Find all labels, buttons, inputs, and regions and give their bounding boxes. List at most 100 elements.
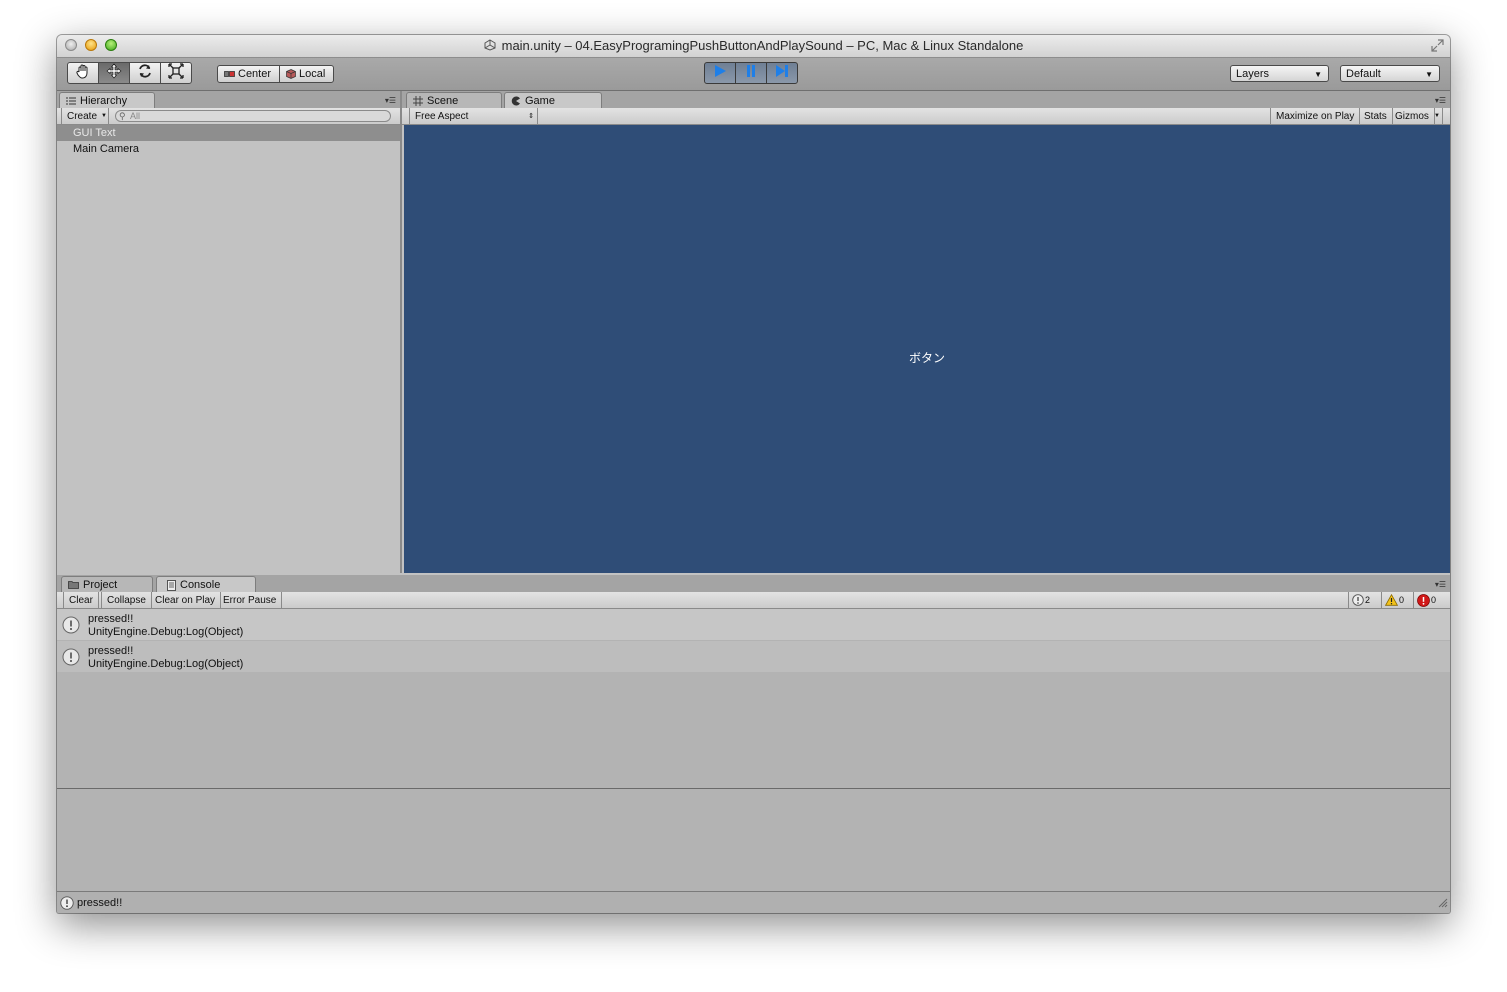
hand-tool-button[interactable] bbox=[67, 62, 99, 84]
resize-grip-icon[interactable] bbox=[1437, 897, 1448, 911]
title-bar: main.unity – 04.EasyProgramingPushButton… bbox=[57, 35, 1450, 58]
pivot-local-button[interactable]: Local bbox=[279, 65, 335, 83]
console-icon bbox=[167, 579, 176, 591]
fullscreen-icon[interactable] bbox=[1431, 39, 1444, 52]
window-title: main.unity – 04.EasyProgramingPushButton… bbox=[57, 38, 1450, 53]
tab-project-label: Project bbox=[83, 578, 118, 591]
window-title-text: main.unity – 04.EasyProgramingPushButton… bbox=[501, 38, 1024, 53]
main-toolbar: Center Local Layers ▼ Default ▼ bbox=[57, 58, 1450, 91]
panel-menu-icon[interactable]: ▾☰ bbox=[1435, 96, 1446, 105]
pivot-toggles: Center Local bbox=[217, 65, 335, 83]
info-icon bbox=[62, 648, 80, 669]
tab-console-label: Console bbox=[180, 579, 221, 591]
warning-count: 0 bbox=[1399, 595, 1405, 605]
rotate-icon bbox=[137, 63, 153, 84]
console-entry-message: pressed!! bbox=[88, 645, 134, 657]
error-pause-label: Error Pause bbox=[223, 594, 277, 606]
info-count-toggle[interactable]: 2 bbox=[1348, 592, 1373, 608]
pivot-center-button[interactable]: Center bbox=[217, 65, 281, 83]
layers-dropdown[interactable]: Layers ▼ bbox=[1230, 65, 1329, 82]
game-panel: Scene Game ▾☰ Free Aspect ⇕ Maximize on … bbox=[402, 91, 1450, 573]
pacman-icon bbox=[511, 96, 521, 106]
move-arrows-icon bbox=[106, 63, 122, 84]
panel-menu-icon[interactable]: ▾☰ bbox=[385, 96, 396, 105]
playmode-controls bbox=[704, 62, 798, 84]
pause-button[interactable] bbox=[735, 62, 767, 84]
step-button[interactable] bbox=[766, 62, 798, 84]
tab-scene[interactable]: Scene bbox=[406, 92, 502, 108]
create-label: Create bbox=[67, 110, 98, 122]
hierarchy-item-label: GUI Text bbox=[73, 127, 116, 139]
console-entry-trace: UnityEngine.Debug:Log(Object) bbox=[88, 626, 244, 638]
status-bar[interactable]: pressed!! bbox=[57, 891, 1450, 913]
local-cube-icon bbox=[286, 69, 296, 79]
tab-game-label: Game bbox=[525, 95, 555, 107]
layout-dropdown[interactable]: Default ▼ bbox=[1340, 65, 1440, 82]
maximize-on-play-toggle[interactable]: Maximize on Play bbox=[1270, 108, 1361, 124]
dropdown-arrow-icon: ▼ bbox=[101, 113, 107, 119]
folder-icon bbox=[68, 580, 79, 589]
console-entry[interactable]: pressed!! UnityEngine.Debug:Log(Object) bbox=[57, 609, 1450, 640]
dropdown-arrow-icon: ▼ bbox=[1314, 70, 1322, 79]
play-icon bbox=[713, 64, 727, 83]
pause-icon bbox=[744, 64, 758, 83]
maximize-label: Maximize on Play bbox=[1276, 110, 1355, 122]
collapse-label: Collapse bbox=[107, 594, 146, 606]
tab-hierarchy[interactable]: Hierarchy bbox=[59, 92, 155, 109]
step-icon bbox=[775, 64, 789, 83]
create-dropdown[interactable]: Create ▼ bbox=[61, 108, 109, 124]
pivot-local-label: Local bbox=[299, 68, 326, 80]
tab-project[interactable]: Project bbox=[61, 576, 153, 592]
clear-button[interactable]: Clear bbox=[63, 592, 99, 608]
error-pause-toggle[interactable]: Error Pause bbox=[218, 592, 283, 608]
unity-editor-window: main.unity – 04.EasyProgramingPushButton… bbox=[57, 35, 1450, 913]
scale-tool-button[interactable] bbox=[160, 62, 192, 84]
stats-toggle[interactable]: Stats bbox=[1359, 108, 1393, 124]
hierarchy-item-gui-text[interactable]: GUI Text bbox=[57, 125, 400, 141]
play-button[interactable] bbox=[704, 62, 736, 84]
error-icon bbox=[1417, 593, 1430, 607]
clear-on-play-toggle[interactable]: Clear on Play bbox=[150, 592, 222, 608]
unity-scene-icon bbox=[484, 39, 496, 51]
dropdown-arrow-icon: ▼ bbox=[1434, 113, 1440, 119]
move-tool-button[interactable] bbox=[98, 62, 130, 84]
transform-tools bbox=[67, 62, 192, 84]
console-detail-pane[interactable] bbox=[57, 788, 1450, 891]
warning-count-toggle[interactable]: 0 bbox=[1381, 592, 1407, 608]
rotate-tool-button[interactable] bbox=[129, 62, 161, 84]
gizmos-dropdown[interactable]: ▼ bbox=[1432, 108, 1443, 124]
clear-label: Clear bbox=[69, 594, 93, 606]
tab-game[interactable]: Game bbox=[504, 92, 602, 109]
console-panel: Project Console ▾☰ Clear Collapse Clear … bbox=[57, 575, 1450, 891]
tab-hierarchy-label: Hierarchy bbox=[80, 95, 128, 107]
game-viewport[interactable]: ボタン bbox=[404, 125, 1450, 573]
hierarchy-tabstrip: Hierarchy ▾☰ bbox=[57, 91, 400, 109]
layers-label: Layers bbox=[1236, 67, 1270, 80]
search-placeholder: All bbox=[130, 111, 141, 121]
error-count-toggle[interactable]: 0 bbox=[1413, 592, 1439, 608]
gizmos-toggle[interactable]: Gizmos bbox=[1390, 108, 1435, 124]
list-icon bbox=[66, 97, 76, 105]
search-icon: ⚲ bbox=[119, 111, 126, 121]
game-button-text[interactable]: ボタン bbox=[404, 349, 1450, 366]
collapse-toggle[interactable]: Collapse bbox=[101, 592, 152, 608]
layout-label: Default bbox=[1346, 67, 1381, 80]
tab-console[interactable]: Console bbox=[156, 576, 256, 593]
dropdown-arrow-icon: ▼ bbox=[1425, 70, 1433, 79]
hierarchy-panel: Hierarchy ▾☰ Create ▼ ⚲ All GUI Text Mai… bbox=[57, 91, 402, 573]
info-count: 2 bbox=[1365, 595, 1371, 605]
hierarchy-item-main-camera[interactable]: Main Camera bbox=[57, 141, 400, 157]
aspect-dropdown[interactable]: Free Aspect ⇕ bbox=[409, 108, 538, 124]
console-entry[interactable]: pressed!! UnityEngine.Debug:Log(Object) bbox=[57, 641, 1450, 672]
warning-icon bbox=[1385, 594, 1398, 606]
console-entry-message: pressed!! bbox=[88, 613, 134, 625]
view-tabstrip: Scene Game ▾☰ bbox=[402, 91, 1450, 109]
info-icon bbox=[62, 616, 80, 637]
status-text: pressed!! bbox=[77, 896, 123, 909]
panel-menu-icon[interactable]: ▾☰ bbox=[1435, 580, 1446, 589]
console-entry-trace: UnityEngine.Debug:Log(Object) bbox=[88, 658, 244, 670]
updown-arrow-icon: ⇕ bbox=[528, 113, 534, 120]
error-count: 0 bbox=[1431, 595, 1437, 605]
clear-on-play-label: Clear on Play bbox=[155, 594, 216, 606]
hierarchy-search-input[interactable]: ⚲ All bbox=[115, 110, 391, 122]
